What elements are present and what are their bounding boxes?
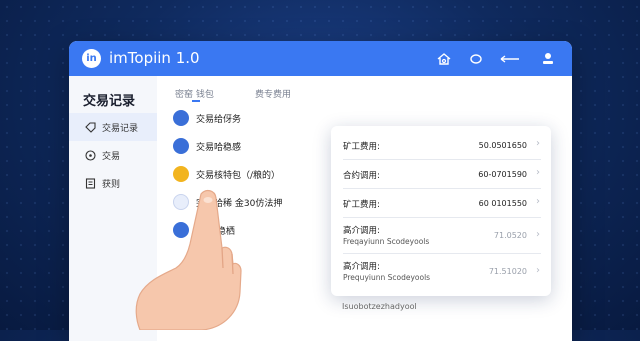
list-item-label: 交易核特包（/粮的）: [196, 171, 281, 181]
shield-icon: [173, 110, 189, 126]
document-icon: [85, 178, 96, 189]
chevron-right-icon: ›: [536, 265, 540, 276]
tab-wallet[interactable]: 密窑 钱包: [175, 87, 214, 100]
sidebar-item-label: 获则: [102, 180, 121, 190]
fee-value: 60 0101550: [478, 199, 527, 208]
titlebar: in imTopiin 1.0: [69, 41, 572, 76]
list-item-label: 交易哈稳感: [196, 143, 242, 153]
fee-row[interactable]: 合约调用: 60-0701590 ›: [331, 159, 551, 187]
arrow-icon[interactable]: [499, 50, 521, 68]
app-title: imTopiin 1.0: [109, 49, 200, 67]
fee-value: 71.0520: [493, 231, 527, 240]
fee-value: 60-0701590: [478, 170, 527, 179]
chevron-right-icon: ›: [536, 196, 540, 207]
fee-row[interactable]: 高介调用: Prequyiunn Scodeyools 71.51020 ›: [331, 255, 551, 287]
fee-label: 矿工费用:: [343, 200, 380, 210]
fee-label: 合约调用:: [343, 171, 380, 181]
chevron-right-icon: ›: [536, 167, 540, 178]
heart-icon: [173, 138, 189, 154]
fee-label: 矿工费用:: [343, 142, 380, 152]
fee-row[interactable]: 高介调用: Freqayiunn Scodeyools 71.0520 ›: [331, 219, 551, 251]
chat-icon[interactable]: [467, 50, 485, 68]
circle-icon: [85, 150, 96, 161]
sidebar-item-transaction-records[interactable]: 交易记录: [69, 113, 157, 141]
chevron-right-icon: ›: [536, 229, 540, 240]
list-item-label: 交易给伢务: [196, 115, 242, 125]
fee-value: 71.51020: [488, 267, 527, 276]
fee-value: 50.0501650: [478, 141, 527, 150]
home-icon[interactable]: [435, 50, 453, 68]
user-icon[interactable]: [539, 50, 557, 68]
footer-text: Isuobotzezhadyool: [342, 302, 417, 311]
sidebar-item-label: 交易记录: [102, 124, 139, 134]
fee-sublabel: Prequyiunn Scodeyools: [343, 273, 431, 282]
fee-label: 高介调用:: [343, 226, 380, 236]
divider: [343, 217, 541, 218]
active-tab-indicator: [192, 100, 200, 102]
sidebar-heading: 交易记录: [83, 94, 136, 109]
fee-details-card: 矿工费用: 50.0501650 › 合约调用: 60-0701590 › 矿工…: [331, 126, 551, 296]
coin-icon: [173, 166, 189, 182]
fee-label: 高介调用:: [343, 262, 380, 272]
tag-icon: [85, 122, 96, 133]
tab-fees[interactable]: 费专费用: [255, 87, 291, 100]
fee-row[interactable]: 矿工费用: 50.0501650 ›: [331, 130, 551, 158]
chevron-right-icon: ›: [536, 138, 540, 149]
sidebar-item-transactions[interactable]: 交易: [69, 141, 157, 169]
fee-sublabel: Freqayiunn Scodeyools: [343, 237, 430, 246]
pointing-hand-icon: [135, 189, 242, 330]
app-logo: in: [82, 49, 101, 68]
fee-row[interactable]: 矿工费用: 60 0101550 ›: [331, 188, 551, 216]
divider: [343, 253, 541, 254]
sidebar-item-label: 交易: [102, 152, 121, 162]
